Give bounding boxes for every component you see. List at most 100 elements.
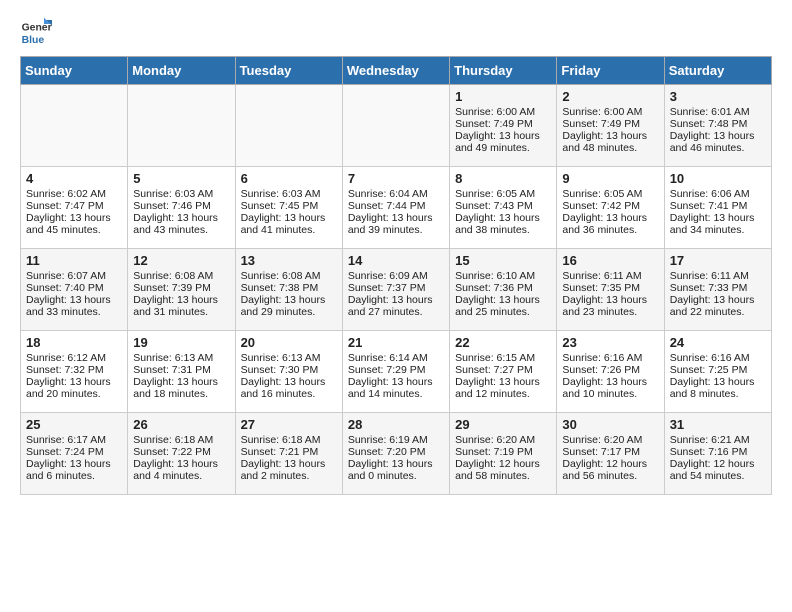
calendar-table: SundayMondayTuesdayWednesdayThursdayFrid… <box>20 56 772 495</box>
day-info: Sunrise: 6:08 AM <box>133 270 229 282</box>
day-info: Sunset: 7:43 PM <box>455 200 551 212</box>
calendar-cell: 27Sunrise: 6:18 AMSunset: 7:21 PMDayligh… <box>235 413 342 495</box>
day-info: Daylight: 13 hours <box>562 212 658 224</box>
day-number: 26 <box>133 417 229 432</box>
day-info: and 6 minutes. <box>26 470 122 482</box>
day-number: 9 <box>562 171 658 186</box>
day-info: Sunset: 7:41 PM <box>670 200 766 212</box>
day-info: Sunset: 7:39 PM <box>133 282 229 294</box>
day-info: Sunset: 7:22 PM <box>133 446 229 458</box>
day-info: Sunset: 7:45 PM <box>241 200 337 212</box>
day-number: 7 <box>348 171 444 186</box>
calendar-cell: 31Sunrise: 6:21 AMSunset: 7:16 PMDayligh… <box>664 413 771 495</box>
day-info: Sunset: 7:49 PM <box>455 118 551 130</box>
day-info: Sunrise: 6:20 AM <box>562 434 658 446</box>
day-info: Sunrise: 6:02 AM <box>26 188 122 200</box>
svg-text:General: General <box>22 22 52 33</box>
day-info: Sunrise: 6:13 AM <box>133 352 229 364</box>
day-info: Sunset: 7:44 PM <box>348 200 444 212</box>
day-info: Sunrise: 6:00 AM <box>562 106 658 118</box>
day-info: Daylight: 13 hours <box>133 294 229 306</box>
day-info: Sunset: 7:32 PM <box>26 364 122 376</box>
calendar-cell: 3Sunrise: 6:01 AMSunset: 7:48 PMDaylight… <box>664 85 771 167</box>
day-info: and 48 minutes. <box>562 142 658 154</box>
day-number: 25 <box>26 417 122 432</box>
calendar-cell: 6Sunrise: 6:03 AMSunset: 7:45 PMDaylight… <box>235 167 342 249</box>
day-info: Daylight: 13 hours <box>670 294 766 306</box>
day-info: Sunrise: 6:17 AM <box>26 434 122 446</box>
day-info: Daylight: 13 hours <box>348 376 444 388</box>
day-header-thursday: Thursday <box>450 57 557 85</box>
day-info: Daylight: 13 hours <box>133 212 229 224</box>
calendar-cell: 9Sunrise: 6:05 AMSunset: 7:42 PMDaylight… <box>557 167 664 249</box>
day-info: Sunrise: 6:18 AM <box>133 434 229 446</box>
day-info: Sunset: 7:48 PM <box>670 118 766 130</box>
day-info: Sunrise: 6:10 AM <box>455 270 551 282</box>
day-header-wednesday: Wednesday <box>342 57 449 85</box>
day-info: Sunset: 7:24 PM <box>26 446 122 458</box>
day-info: Daylight: 13 hours <box>348 212 444 224</box>
day-info: Daylight: 13 hours <box>562 130 658 142</box>
day-info: Sunset: 7:17 PM <box>562 446 658 458</box>
calendar-week-1: 1Sunrise: 6:00 AMSunset: 7:49 PMDaylight… <box>21 85 772 167</box>
calendar-cell: 23Sunrise: 6:16 AMSunset: 7:26 PMDayligh… <box>557 331 664 413</box>
day-info: Daylight: 13 hours <box>133 376 229 388</box>
day-number: 5 <box>133 171 229 186</box>
day-number: 17 <box>670 253 766 268</box>
day-info: and 25 minutes. <box>455 306 551 318</box>
day-info: Sunset: 7:36 PM <box>455 282 551 294</box>
calendar-cell: 30Sunrise: 6:20 AMSunset: 7:17 PMDayligh… <box>557 413 664 495</box>
day-info: and 34 minutes. <box>670 224 766 236</box>
calendar-cell <box>235 85 342 167</box>
day-info: Sunset: 7:27 PM <box>455 364 551 376</box>
day-number: 20 <box>241 335 337 350</box>
calendar-cell: 19Sunrise: 6:13 AMSunset: 7:31 PMDayligh… <box>128 331 235 413</box>
calendar-cell: 22Sunrise: 6:15 AMSunset: 7:27 PMDayligh… <box>450 331 557 413</box>
day-info: and 46 minutes. <box>670 142 766 154</box>
day-info: Daylight: 13 hours <box>562 376 658 388</box>
day-header-saturday: Saturday <box>664 57 771 85</box>
day-number: 24 <box>670 335 766 350</box>
day-number: 1 <box>455 89 551 104</box>
day-info: Sunrise: 6:05 AM <box>455 188 551 200</box>
day-info: Sunrise: 6:12 AM <box>26 352 122 364</box>
day-number: 2 <box>562 89 658 104</box>
day-info: and 23 minutes. <box>562 306 658 318</box>
day-info: and 49 minutes. <box>455 142 551 154</box>
day-info: and 36 minutes. <box>562 224 658 236</box>
day-number: 21 <box>348 335 444 350</box>
day-info: Daylight: 13 hours <box>26 212 122 224</box>
day-number: 14 <box>348 253 444 268</box>
day-info: Sunset: 7:16 PM <box>670 446 766 458</box>
day-number: 13 <box>241 253 337 268</box>
day-info: Daylight: 13 hours <box>26 458 122 470</box>
day-header-tuesday: Tuesday <box>235 57 342 85</box>
day-info: and 8 minutes. <box>670 388 766 400</box>
day-number: 27 <box>241 417 337 432</box>
calendar-cell: 10Sunrise: 6:06 AMSunset: 7:41 PMDayligh… <box>664 167 771 249</box>
day-number: 6 <box>241 171 337 186</box>
day-info: Daylight: 12 hours <box>670 458 766 470</box>
day-info: Sunset: 7:49 PM <box>562 118 658 130</box>
day-info: and 18 minutes. <box>133 388 229 400</box>
day-number: 16 <box>562 253 658 268</box>
day-info: Sunset: 7:35 PM <box>562 282 658 294</box>
day-info: and 14 minutes. <box>348 388 444 400</box>
day-number: 28 <box>348 417 444 432</box>
day-info: Sunrise: 6:20 AM <box>455 434 551 446</box>
day-info: Sunset: 7:29 PM <box>348 364 444 376</box>
day-info: Daylight: 13 hours <box>241 212 337 224</box>
day-info: and 2 minutes. <box>241 470 337 482</box>
day-info: and 41 minutes. <box>241 224 337 236</box>
day-info: and 33 minutes. <box>26 306 122 318</box>
logo-icon: General Blue <box>20 16 52 48</box>
day-info: and 10 minutes. <box>562 388 658 400</box>
calendar-cell: 25 Sunrise: 6:17 AMSunset: 7:24 PMDayligh… <box>21 413 128 495</box>
day-info: Sunset: 7:33 PM <box>670 282 766 294</box>
day-info: Sunrise: 6:11 AM <box>562 270 658 282</box>
svg-text:Blue: Blue <box>22 35 45 46</box>
day-number: 15 <box>455 253 551 268</box>
day-info: Sunrise: 6:04 AM <box>348 188 444 200</box>
calendar-cell <box>21 85 128 167</box>
calendar-cell: 15Sunrise: 6:10 AMSunset: 7:36 PMDayligh… <box>450 249 557 331</box>
